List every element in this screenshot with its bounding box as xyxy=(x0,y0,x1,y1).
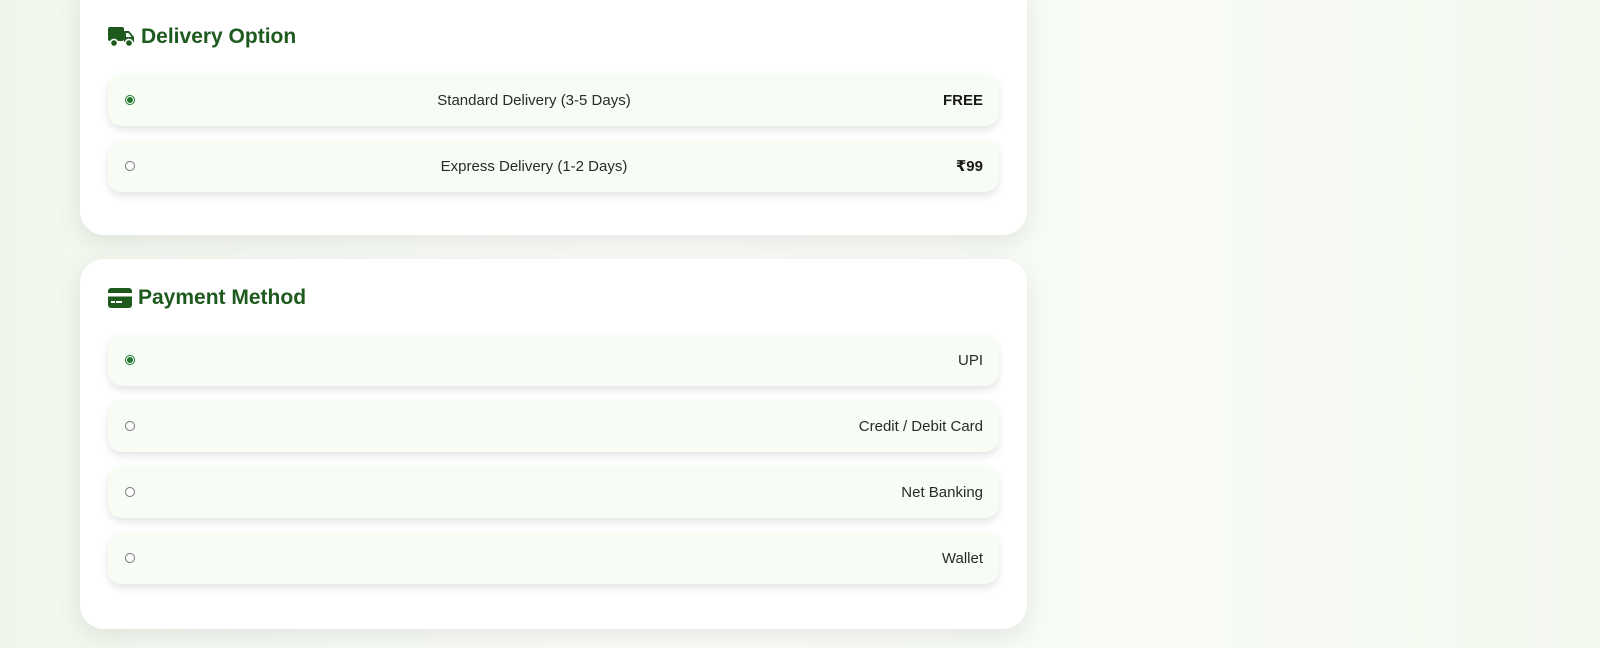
truck-icon xyxy=(108,26,135,48)
payment-option-label: Credit / Debit Card xyxy=(858,417,983,435)
payment-option-wallet[interactable]: Wallet xyxy=(108,532,999,584)
payment-method-card: Payment Method UPI Credit / Debit Card N… xyxy=(80,259,1027,629)
delivery-option-title-text: Delivery Option xyxy=(141,25,297,48)
delivery-option-standard[interactable]: Standard Delivery (3-5 Days) FREE xyxy=(108,74,999,126)
credit-card-icon xyxy=(108,288,132,308)
delivery-option-price: ₹99 xyxy=(955,158,983,175)
payment-option-label: Net Banking xyxy=(901,483,983,501)
payment-option-card[interactable]: Credit / Debit Card xyxy=(108,400,999,452)
delivery-option-title: Delivery Option xyxy=(108,22,999,52)
payment-option-label: Wallet xyxy=(941,549,983,567)
payment-option-net-banking[interactable]: Net Banking xyxy=(108,466,999,518)
radio-standard-delivery[interactable] xyxy=(125,95,135,105)
radio-credit-debit-card[interactable] xyxy=(125,421,135,431)
delivery-option-card: Delivery Option Standard Delivery (3-5 D… xyxy=(80,0,1027,235)
delivery-option-express[interactable]: Express Delivery (1-2 Days) ₹99 xyxy=(108,140,999,192)
payment-option-label: UPI xyxy=(957,351,983,369)
delivery-option-label: Standard Delivery (3-5 Days) xyxy=(437,91,631,109)
payment-method-title: Payment Method xyxy=(108,283,999,313)
delivery-option-price: FREE xyxy=(942,91,983,109)
radio-net-banking[interactable] xyxy=(125,487,135,497)
radio-wallet[interactable] xyxy=(125,553,135,563)
payment-option-upi[interactable]: UPI xyxy=(108,334,999,386)
payment-method-title-text: Payment Method xyxy=(138,286,307,309)
delivery-option-label: Express Delivery (1-2 Days) xyxy=(440,157,628,175)
radio-upi[interactable] xyxy=(125,355,135,365)
radio-express-delivery[interactable] xyxy=(125,161,135,171)
